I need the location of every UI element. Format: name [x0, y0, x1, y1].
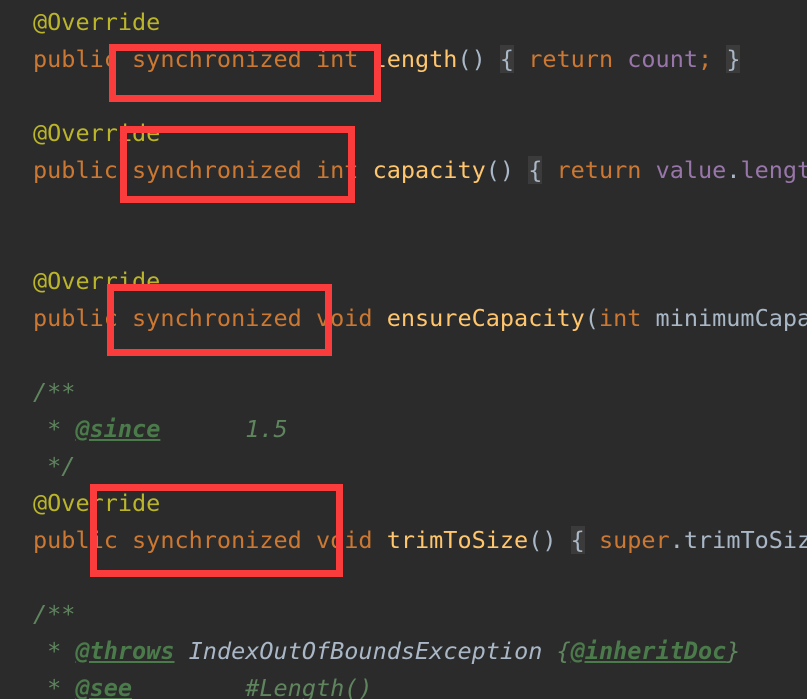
- code-token: /**: [33, 378, 76, 406]
- code-line[interactable]: /**: [0, 596, 807, 633]
- code-token: /**: [33, 600, 76, 628]
- code-token: @Override: [33, 119, 161, 147]
- code-token: @Override: [33, 8, 161, 36]
- code-token: (): [457, 45, 486, 73]
- code-token: return: [528, 45, 628, 73]
- code-token: *: [33, 637, 76, 665]
- code-line[interactable]: /**: [0, 374, 807, 411]
- code-token: }: [726, 637, 741, 665]
- code-text-area[interactable]: @Override public synchronized int length(…: [0, 0, 807, 699]
- code-token: value: [655, 156, 727, 184]
- code-line[interactable]: */: [0, 448, 807, 485]
- code-token: trimToSize: [386, 526, 529, 554]
- code-token: IndexOutOfBoundsException: [188, 637, 543, 665]
- code-token: 1.5: [160, 415, 288, 443]
- code-line[interactable]: @Override: [0, 4, 807, 41]
- code-token: {: [499, 45, 515, 73]
- code-line[interactable]: [0, 189, 807, 226]
- code-token: .: [726, 156, 741, 184]
- code-token: lengt: [740, 156, 807, 184]
- code-line[interactable]: @Override: [0, 115, 807, 152]
- code-token: super: [598, 526, 670, 554]
- code-token: @throws: [75, 637, 175, 665]
- code-token: count: [627, 45, 699, 73]
- code-token: ;: [698, 45, 713, 73]
- code-token: @Override: [33, 267, 161, 295]
- code-token: (): [485, 156, 515, 184]
- code-token: public synchronized void: [33, 526, 387, 554]
- code-editor-pane[interactable]: @Override public synchronized int length(…: [0, 0, 807, 699]
- code-line[interactable]: public synchronized void trimToSize() { …: [0, 522, 807, 559]
- code-line[interactable]: * @see #Length(): [0, 670, 807, 699]
- code-token: trimToSiz: [683, 526, 807, 554]
- code-token: *: [33, 674, 76, 699]
- code-token: */: [33, 452, 76, 480]
- code-token: }: [726, 45, 741, 73]
- code-token: (): [528, 526, 557, 554]
- code-token: @see: [75, 674, 133, 699]
- code-line[interactable]: public synchronized int length() { retur…: [0, 41, 807, 78]
- code-token: minimumCapa: [655, 304, 807, 332]
- code-token: {: [528, 156, 543, 184]
- code-token: @inheritDoc: [570, 637, 727, 665]
- code-token: @since: [75, 415, 161, 443]
- code-token: @Override: [33, 489, 161, 517]
- code-token: capacity: [372, 156, 486, 184]
- code-token: public synchronized int: [33, 156, 373, 184]
- code-line[interactable]: [0, 559, 807, 596]
- code-line[interactable]: [0, 337, 807, 374]
- code-token: ensureCapacity: [386, 304, 585, 332]
- code-token: {: [570, 526, 585, 554]
- code-line[interactable]: @Override: [0, 263, 807, 300]
- code-line[interactable]: [0, 78, 807, 115]
- code-token: length: [372, 45, 458, 73]
- code-token: (: [584, 304, 599, 332]
- code-token: public synchronized int: [33, 45, 373, 73]
- code-line[interactable]: [0, 226, 807, 263]
- code-token: #Length(): [132, 674, 373, 699]
- code-token: return: [556, 156, 656, 184]
- code-token: *: [33, 415, 76, 443]
- code-token: {: [556, 637, 571, 665]
- code-token: .: [669, 526, 684, 554]
- code-line[interactable]: public synchronized int capacity() { ret…: [0, 152, 807, 189]
- code-token: int: [598, 304, 656, 332]
- code-token: public synchronized void: [33, 304, 387, 332]
- code-line[interactable]: public synchronized void ensureCapacity(…: [0, 300, 807, 337]
- code-line[interactable]: * @since 1.5: [0, 411, 807, 448]
- code-line[interactable]: @Override: [0, 485, 807, 522]
- code-line[interactable]: * @throws IndexOutOfBoundsException {@in…: [0, 633, 807, 670]
